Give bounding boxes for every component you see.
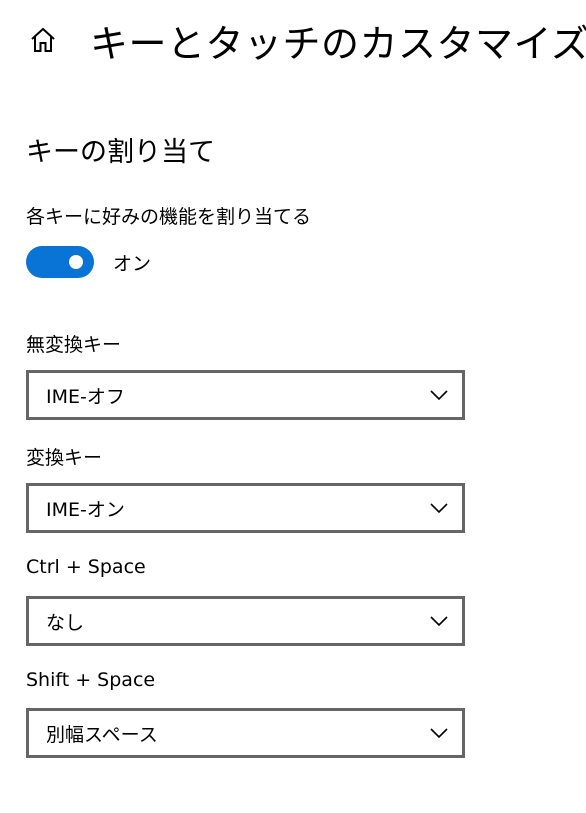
muhenkan-key-dropdown[interactable]: IME-オフ <box>26 370 465 420</box>
toggle-knob <box>69 255 83 269</box>
henkan-key-dropdown[interactable]: IME-オン <box>26 483 465 533</box>
chevron-down-icon <box>428 614 450 628</box>
toggle-state-label: オン <box>113 252 152 275</box>
shift-space-label: Shift + Space <box>26 669 156 691</box>
shift-space-dropdown[interactable]: 別幅スペース <box>26 708 465 758</box>
chevron-down-icon <box>428 388 450 402</box>
section-title: キーの割り当て <box>26 137 215 168</box>
dropdown-value: IME-オフ <box>46 385 125 408</box>
page-header: キーとタッチのカスタマイズ <box>26 12 586 68</box>
toggle-label: 各キーに好みの機能を割り当てる <box>26 206 312 228</box>
chevron-down-icon <box>428 726 450 740</box>
chevron-down-icon <box>428 501 450 515</box>
dropdown-value: 別幅スペース <box>46 723 158 746</box>
key-assignment-toggle[interactable] <box>26 246 94 278</box>
toggle-row: オン <box>26 246 151 278</box>
dropdown-value: なし <box>46 611 85 634</box>
muhenkan-key-label: 無変換キー <box>26 334 122 356</box>
henkan-key-label: 変換キー <box>26 447 103 469</box>
ctrl-space-dropdown[interactable]: なし <box>26 596 465 646</box>
dropdown-value: IME-オン <box>46 498 125 521</box>
ctrl-space-label: Ctrl + Space <box>26 556 146 578</box>
page-title: キーとタッチのカスタマイズ <box>90 21 586 66</box>
home-icon[interactable] <box>26 23 60 57</box>
